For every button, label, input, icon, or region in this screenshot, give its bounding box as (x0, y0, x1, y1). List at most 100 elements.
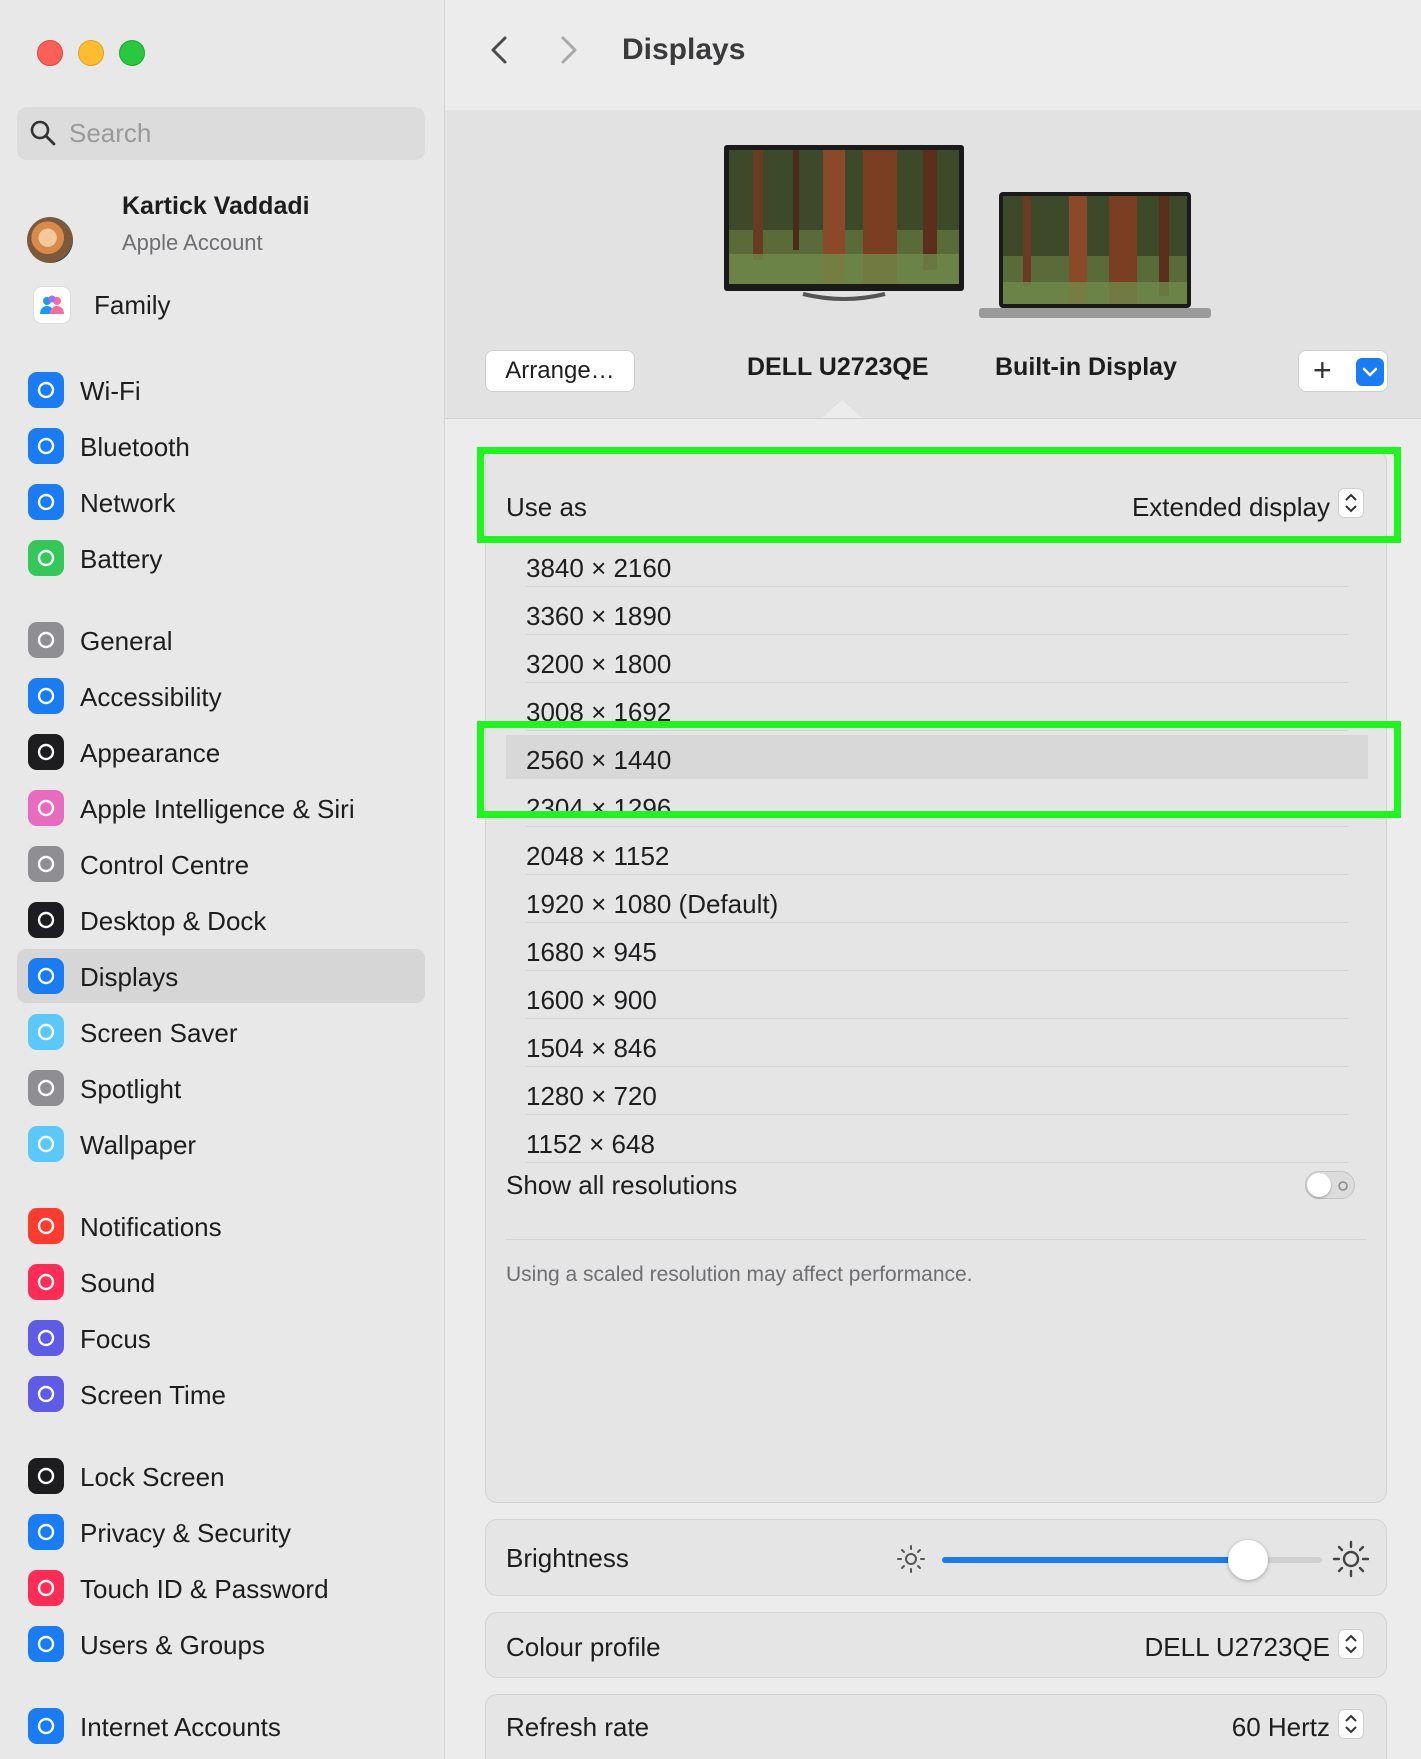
screen-saver-icon (28, 1014, 64, 1050)
resolution-option[interactable]: 1920 × 1080 (Default) (506, 879, 1368, 923)
sidebar-item-privacy-security[interactable]: Privacy & Security (17, 1505, 425, 1559)
sidebar-item-label: Lock Screen (80, 1462, 225, 1492)
sidebar-item-family[interactable]: Family (17, 277, 425, 331)
main-pane: Displays DELL U2723QE Built-in Display A… (445, 0, 1421, 1759)
resolution-label: 1920 × 1080 (Default) (526, 889, 779, 919)
resolution-option[interactable]: 1680 × 945 (506, 927, 1368, 971)
brightness-label: Brightness (506, 1543, 629, 1573)
resolution-option[interactable]: 1600 × 900 (506, 975, 1368, 1019)
sidebar-item-accessibility[interactable]: Accessibility (17, 669, 425, 723)
sidebar-item-spotlight[interactable]: Spotlight (17, 1061, 425, 1115)
battery-icon (28, 540, 64, 576)
sidebar-item-screen-time[interactable]: Screen Time (17, 1367, 425, 1421)
sidebar-item-touch-id-password[interactable]: Touch ID & Password (17, 1561, 425, 1615)
sidebar-item-appearance[interactable]: Appearance (17, 725, 425, 779)
sidebar-item-wallpaper[interactable]: Wallpaper (17, 1117, 425, 1171)
siri-icon (28, 790, 64, 826)
globe-icon (28, 484, 64, 520)
use-as-value[interactable]: Extended display (1132, 492, 1330, 523)
display-settings-card: Use as Extended display 3840 × 2160 3360 … (485, 450, 1387, 1503)
resolution-option[interactable]: 3200 × 1800 (506, 639, 1368, 683)
divider (526, 1162, 1348, 1163)
show-all-resolutions-toggle[interactable] (1305, 1171, 1355, 1199)
brightness-high-icon (1331, 1539, 1371, 1584)
close-window-button[interactable] (37, 40, 63, 66)
resolution-label: 3360 × 1890 (526, 601, 672, 631)
colour-profile-value[interactable]: DELL U2723QE (1145, 1632, 1330, 1663)
colour-profile-stepper[interactable] (1338, 1629, 1364, 1659)
sidebar-item-label: Wallpaper (80, 1130, 197, 1160)
zoom-window-button[interactable] (119, 40, 145, 66)
sidebar-item-label: Displays (80, 962, 179, 992)
sidebar-item-displays[interactable]: Displays (17, 949, 425, 1003)
sidebar-item-label: Users & Groups (80, 1630, 265, 1660)
minimize-window-button[interactable] (78, 40, 104, 66)
refresh-rate-stepper[interactable] (1338, 1709, 1364, 1739)
sidebar-item-internet-accounts[interactable]: Internet Accounts (17, 1699, 425, 1753)
sidebar-item-users-groups[interactable]: Users & Groups (17, 1617, 425, 1671)
dock-icon (28, 902, 64, 938)
slider-knob[interactable] (1227, 1540, 1268, 1580)
resolution-option[interactable]: 3840 × 2160 (506, 543, 1368, 587)
add-display-control[interactable]: + (1298, 350, 1388, 392)
divider (526, 1066, 1348, 1067)
resolution-option[interactable]: 1152 × 648 (506, 1119, 1368, 1163)
resolution-label: 2560 × 1440 (526, 745, 672, 775)
bell-icon (28, 1208, 64, 1244)
display-name-builtin[interactable]: Built-in Display (995, 353, 1177, 382)
forward-button[interactable] (557, 32, 581, 68)
builtin-display-thumbnail[interactable] (979, 192, 1211, 332)
magnifier-icon (28, 1070, 64, 1106)
sidebar-item-battery[interactable]: Battery (17, 531, 425, 585)
sidebar-item-label: General (80, 626, 173, 656)
apple-account-item[interactable]: Kartick Vaddadi Apple Account (17, 192, 425, 272)
resolution-option[interactable]: 1504 × 846 (506, 1023, 1368, 1067)
search-input[interactable] (69, 115, 409, 151)
display-name-dell[interactable]: DELL U2723QE (747, 353, 929, 382)
search-field[interactable] (17, 107, 425, 160)
resolution-option[interactable]: 2048 × 1152 (506, 831, 1368, 875)
sidebar-item-wi-fi[interactable]: Wi-Fi (17, 363, 425, 417)
sidebar-item-apple-intelligence-siri[interactable]: Apple Intelligence & Siri (17, 781, 425, 835)
sidebar-item-general[interactable]: General (17, 613, 425, 667)
external-monitor-thumbnail[interactable] (723, 144, 965, 304)
sidebar-item-network[interactable]: Network (17, 475, 425, 529)
at-icon (28, 1708, 64, 1744)
sidebar-item-focus[interactable]: Focus (17, 1311, 425, 1365)
use-as-stepper[interactable] (1338, 488, 1364, 518)
sidebar-item-label: Screen Saver (80, 1018, 238, 1048)
sidebar-item-label: Privacy & Security (80, 1518, 291, 1548)
chevron-down-icon[interactable] (1356, 358, 1384, 386)
resolution-label: 3008 × 1692 (526, 697, 672, 727)
sidebar-item-screen-saver[interactable]: Screen Saver (17, 1005, 425, 1059)
refresh-rate-label: Refresh rate (506, 1712, 650, 1742)
resolution-option[interactable]: 3360 × 1890 (506, 591, 1368, 635)
divider (506, 1239, 1366, 1240)
plus-icon[interactable]: + (1313, 352, 1332, 389)
back-button[interactable] (487, 32, 511, 68)
brightness-card: Brightness (485, 1519, 1387, 1596)
brightness-slider[interactable] (942, 1540, 1322, 1580)
resolution-option[interactable]: 1280 × 720 (506, 1071, 1368, 1115)
colour-profile-label: Colour profile (506, 1632, 661, 1662)
resolution-option[interactable]: 2304 × 1296 (506, 783, 1368, 827)
sidebar-item-desktop-dock[interactable]: Desktop & Dock (17, 893, 425, 947)
wifi-icon (28, 372, 64, 408)
use-as-label: Use as (506, 492, 587, 522)
divider (526, 586, 1348, 587)
sidebar-item-notifications[interactable]: Notifications (17, 1199, 425, 1253)
arrange-button[interactable]: Arrange… (485, 350, 635, 392)
sidebar-item-control-centre[interactable]: Control Centre (17, 837, 425, 891)
resolution-option[interactable]: 2560 × 1440 (506, 735, 1368, 779)
sidebar-item-bluetooth[interactable]: Bluetooth (17, 419, 425, 473)
divider (526, 922, 1348, 923)
divider (526, 826, 1348, 827)
resolution-option[interactable]: 3008 × 1692 (506, 687, 1368, 731)
resolution-label: 1680 × 945 (526, 937, 657, 967)
sidebar-item-sound[interactable]: Sound (17, 1255, 425, 1309)
resolution-label: 1600 × 900 (526, 985, 657, 1015)
resolution-label: 3840 × 2160 (526, 553, 672, 583)
refresh-rate-value[interactable]: 60 Hertz (1232, 1712, 1330, 1743)
sidebar-item-lock-screen[interactable]: Lock Screen (17, 1449, 425, 1503)
sidebar-item-label: Bluetooth (80, 432, 190, 462)
